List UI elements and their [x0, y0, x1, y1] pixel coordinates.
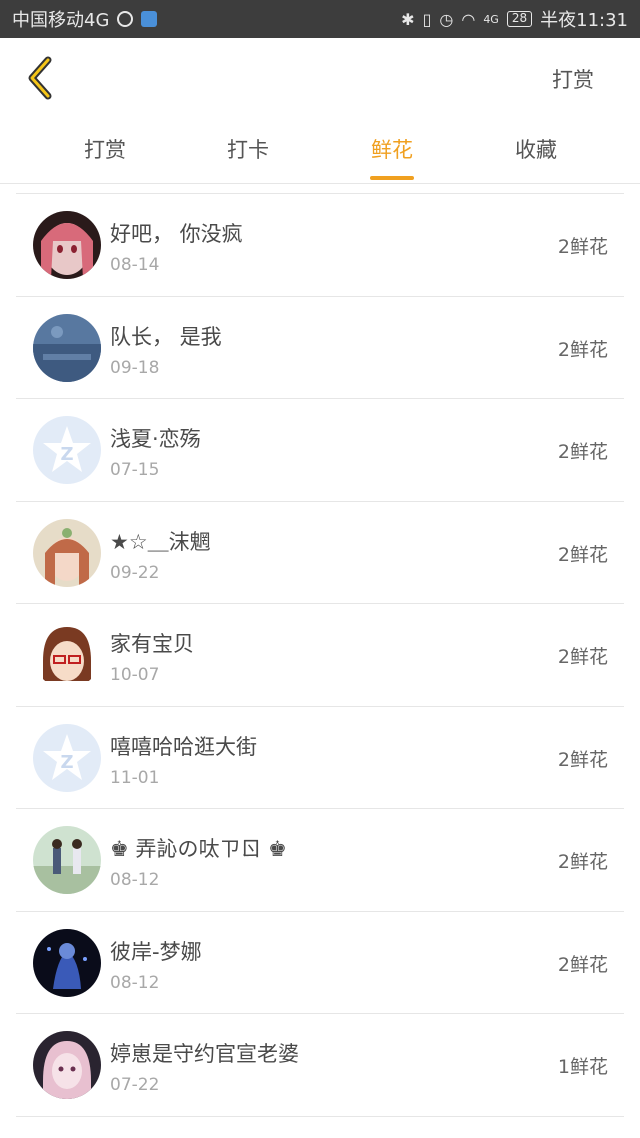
avatar: Z: [33, 416, 101, 484]
avatar: [33, 313, 101, 382]
flower-gift-list: 好吧， 你没疯 08-14 2鲜花 队长， 是我 09-18 2鲜花 Z 浅夏·…: [16, 193, 624, 1117]
carrier-label: 中国移动4G: [12, 10, 110, 31]
user-name: 彼岸-梦娜: [110, 939, 202, 964]
alarm-icon: ◷: [439, 9, 454, 29]
user-name: 浅夏·恋殇: [110, 427, 201, 451]
chevron-left-icon: [28, 56, 52, 100]
user-name: 婷崽是守约官宣老婆: [110, 1042, 299, 1066]
list-item[interactable]: 婷崽是守约官宣老婆 07-22 1鲜花: [16, 1014, 624, 1117]
tab-bar: 打赏 打卡 鲜花 收藏: [0, 120, 640, 184]
flower-amount: 2鲜花: [557, 851, 608, 873]
status-bar: 中国移动4G ✱ ▯ ◷ ◠ 4G 28 半夜11:31: [0, 0, 640, 38]
avatar: Z: [33, 723, 101, 792]
svg-text:Z: Z: [60, 752, 73, 773]
gift-date: 09-22: [110, 562, 160, 583]
avatar: [33, 518, 101, 587]
tab-checkin[interactable]: 打卡: [208, 134, 288, 164]
user-name: 队长， 是我: [110, 324, 222, 349]
user-name: ★☆＿沫魍: [110, 529, 211, 554]
user-name: 嘻嘻哈哈逛大街: [110, 734, 257, 759]
flower-amount: 1鲜花: [557, 1056, 608, 1078]
clock: 半夜11:31: [540, 10, 628, 31]
avatar: [33, 928, 101, 997]
flower-amount: 2鲜花: [557, 441, 608, 463]
svg-text:Z: Z: [60, 444, 73, 465]
user-name: 家有宝贝: [110, 632, 194, 656]
reward-button[interactable]: 打赏: [552, 64, 594, 94]
list-item[interactable]: 好吧， 你没疯 08-14 2鲜花: [16, 194, 624, 297]
avatar: [33, 826, 101, 894]
user-name: ♚ 弄訫の呔ㄗㄖ ♚: [110, 837, 288, 861]
signal-icon: 4G: [483, 12, 499, 26]
gift-date: 08-14: [110, 255, 160, 275]
gift-date: 10-07: [110, 665, 160, 685]
flower-amount: 2鲜花: [557, 236, 608, 258]
flower-amount: 2鲜花: [557, 748, 608, 771]
list-item[interactable]: Z 浅夏·恋殇 07-15 2鲜花: [16, 399, 624, 502]
tab-favorites[interactable]: 收藏: [496, 134, 576, 164]
gift-date: 09-18: [110, 357, 160, 378]
flower-amount: 2鲜花: [557, 953, 608, 976]
top-bar: 打赏: [0, 38, 640, 120]
globe-icon: [117, 11, 134, 27]
flower-amount: 2鲜花: [557, 543, 608, 566]
list-item[interactable]: 队长， 是我 09-18 2鲜花: [16, 297, 624, 399]
shield-icon: [141, 11, 158, 27]
avatar: [33, 1031, 101, 1099]
list-item[interactable]: 彼岸-梦娜 08-12 2鲜花: [16, 912, 624, 1014]
gift-date: 07-15: [110, 460, 160, 480]
avatar: [33, 621, 101, 689]
gift-date: 08-12: [110, 870, 160, 890]
wifi-icon: ◠: [461, 9, 476, 29]
user-name: 好吧， 你没疯: [110, 222, 243, 246]
gift-date: 07-22: [110, 1075, 160, 1095]
back-button[interactable]: [22, 56, 62, 100]
vibrate-icon: ▯: [422, 9, 432, 29]
tab-reward[interactable]: 打赏: [65, 134, 145, 164]
flower-amount: 2鲜花: [557, 338, 608, 361]
list-item[interactable]: 家有宝贝 10-07 2鲜花: [16, 604, 624, 707]
tab-flowers[interactable]: 鲜花: [352, 134, 432, 164]
gift-date: 11-01: [110, 767, 160, 788]
bluetooth-icon: ✱: [401, 9, 415, 29]
flower-amount: 2鲜花: [557, 646, 608, 668]
list-item[interactable]: ★☆＿沫魍 09-22 2鲜花: [16, 502, 624, 604]
battery-icon: 28: [506, 11, 533, 27]
gift-date: 08-12: [110, 972, 160, 993]
list-item[interactable]: ♚ 弄訫の呔ㄗㄖ ♚ 08-12 2鲜花: [16, 809, 624, 912]
avatar: [33, 211, 101, 279]
tab-active-indicator: [370, 176, 414, 180]
list-item[interactable]: Z 嘻嘻哈哈逛大街 11-01 2鲜花: [16, 707, 624, 809]
